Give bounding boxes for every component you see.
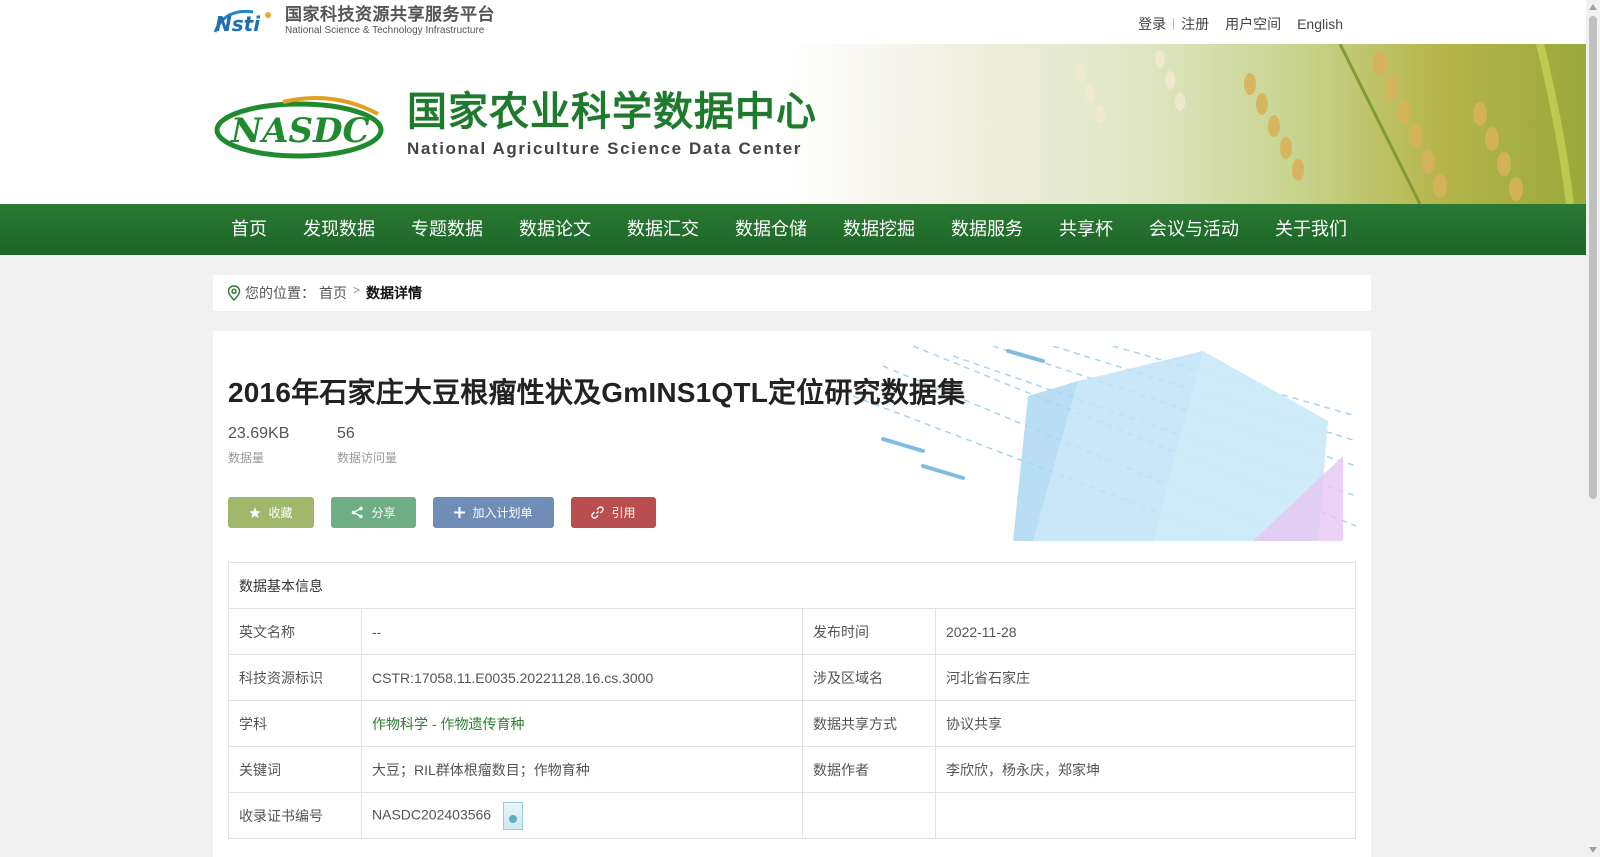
english-link[interactable]: English (1297, 16, 1343, 32)
breadcrumb-current: 数据详情 (366, 285, 423, 301)
link-icon (591, 506, 605, 519)
table-row: 科技资源标识 CSTR:17058.11.E0035.20221128.16.c… (228, 654, 1356, 701)
resource-id-key: 科技资源标识 (228, 654, 362, 701)
subject-link[interactable]: 作物科学 - 作物遗传育种 (372, 716, 524, 732)
link-divider (1173, 18, 1175, 30)
favorite-label: 收藏 (268, 506, 293, 520)
rice-banner-image (780, 44, 1586, 204)
data-size-value: 23.69KB (228, 425, 290, 442)
visits-stat: 56 数据访问量 (337, 425, 397, 466)
basic-info-table: 数据基本信息 英文名称 -- 发布时间 2022-11-28 科技资源标识 CS… (228, 562, 1356, 839)
nav-item-submit[interactable]: 数据汇交 (609, 204, 717, 255)
region-key: 涉及区域名 (802, 654, 936, 701)
empty-value (935, 792, 1356, 839)
svg-text:Nsti: Nsti (215, 12, 261, 36)
nav-item-storage[interactable]: 数据仓储 (717, 204, 825, 255)
plus-icon (454, 507, 466, 518)
add-to-plan-button[interactable]: 加入计划单 (433, 497, 554, 528)
user-space-link[interactable]: 用户空间 (1225, 14, 1281, 34)
nav-item-topics[interactable]: 专题数据 (393, 204, 501, 255)
rice-grains-decoration (1075, 44, 1574, 204)
scroll-up-icon[interactable] (1589, 4, 1597, 10)
star-icon (249, 507, 262, 518)
share-mode-key: 数据共享方式 (802, 700, 936, 747)
visits-label: 数据访问量 (337, 451, 398, 465)
dataset-title: 2016年石家庄大豆根瘤性状及GmINS1QTL定位研究数据集 (228, 377, 966, 408)
site-title-cn: 国家农业科学数据中心 (407, 90, 817, 134)
nasdc-logo[interactable]: NASDC (213, 94, 385, 160)
login-link[interactable]: 登录 (1138, 14, 1166, 34)
basic-info-heading: 数据基本信息 (228, 562, 1356, 609)
nav-item-home[interactable]: 首页 (213, 204, 285, 255)
scrollbar-thumb[interactable] (1589, 16, 1597, 499)
add-to-plan-label: 加入计划单 (472, 506, 533, 520)
breadcrumb-label: 您的位置： (245, 285, 315, 301)
share-button[interactable]: 分享 (331, 497, 416, 528)
authors-value: 李欣欣，杨永庆，郑家坤 (935, 746, 1356, 793)
resource-id-value: CSTR:17058.11.E0035.20221128.16.cs.3000 (361, 654, 803, 701)
english-name-key: 英文名称 (228, 608, 362, 655)
svg-text:NASDC: NASDC (230, 111, 370, 151)
certificate-value: NASDC202403566 (372, 806, 492, 823)
keywords-key: 关键词 (228, 746, 362, 793)
visits-value: 56 (337, 425, 355, 442)
top-links: 登录 注册 用户空间 English (1138, 14, 1343, 34)
data-size-label: 数据量 (228, 451, 265, 465)
cite-label: 引用 (611, 506, 636, 520)
nav-item-services[interactable]: 数据服务 (933, 204, 1041, 255)
register-link[interactable]: 注册 (1181, 14, 1209, 34)
nav-item-events[interactable]: 会议与活动 (1131, 204, 1257, 255)
banner: NASDC 国家农业科学数据中心 National Agriculture Sc… (0, 44, 1586, 204)
certificate-key: 收录证书编号 (228, 792, 362, 839)
breadcrumb-arrow-icon: > (353, 283, 361, 297)
nsti-mark-icon: Nsti (213, 6, 279, 36)
publish-date-key: 发布时间 (802, 608, 936, 655)
location-pin-icon (227, 285, 241, 301)
authors-key: 数据作者 (802, 746, 936, 793)
share-icon (352, 506, 364, 519)
page-scrollbar[interactable] (1586, 0, 1600, 857)
dataset-card: 2016年石家庄大豆根瘤性状及GmINS1QTL定位研究数据集 23.69KB … (213, 331, 1371, 857)
main-nav: 首页 发现数据 专题数据 数据论文 数据汇交 数据仓储 数据挖掘 数据服务 共享… (0, 204, 1586, 255)
table-row: 关键词 大豆；RIL群体根瘤数目；作物育种 数据作者 李欣欣，杨永庆，郑家坤 (228, 746, 1356, 793)
nav-item-about[interactable]: 关于我们 (1257, 204, 1365, 255)
table-row: 收录证书编号 NASDC202403566 (228, 792, 1356, 839)
nsti-name-en: National Science & Technology Infrastruc… (285, 25, 485, 36)
top-bar: Nsti 国家科技资源共享服务平台 National Science & Tec… (0, 0, 1586, 44)
region-value: 河北省石家庄 (935, 654, 1356, 701)
nav-item-cup[interactable]: 共享杯 (1041, 204, 1131, 255)
keywords-value: 大豆；RIL群体根瘤数目；作物育种 (361, 746, 803, 793)
breadcrumb-home[interactable]: 首页 (319, 283, 347, 303)
site-title-en: National Agriculture Science Data Center (407, 139, 802, 158)
subject-key: 学科 (228, 700, 362, 747)
share-label: 分享 (371, 506, 396, 520)
data-size-stat: 23.69KB 数据量 (228, 425, 289, 466)
table-row: 学科 作物科学 - 作物遗传育种 数据共享方式 协议共享 (228, 700, 1356, 747)
empty-key (802, 792, 936, 839)
nsti-logo[interactable]: Nsti 国家科技资源共享服务平台 National Science & Tec… (213, 6, 495, 36)
nav-item-papers[interactable]: 数据论文 (501, 204, 609, 255)
publish-date-value: 2022-11-28 (935, 608, 1356, 655)
cite-button[interactable]: 引用 (571, 497, 656, 528)
nav-item-mining[interactable]: 数据挖掘 (825, 204, 933, 255)
favorite-button[interactable]: 收藏 (228, 497, 314, 528)
english-name-value: -- (361, 608, 803, 655)
scroll-down-icon[interactable] (1589, 847, 1597, 853)
breadcrumb: 您的位置： 首页 > 数据详情 (213, 275, 1371, 311)
nsti-name-cn: 国家科技资源共享服务平台 (285, 5, 495, 24)
nav-item-discover[interactable]: 发现数据 (285, 204, 393, 255)
table-row: 英文名称 -- 发布时间 2022-11-28 (228, 608, 1356, 655)
certificate-icon[interactable] (502, 801, 523, 830)
share-mode-value: 协议共享 (935, 700, 1356, 747)
